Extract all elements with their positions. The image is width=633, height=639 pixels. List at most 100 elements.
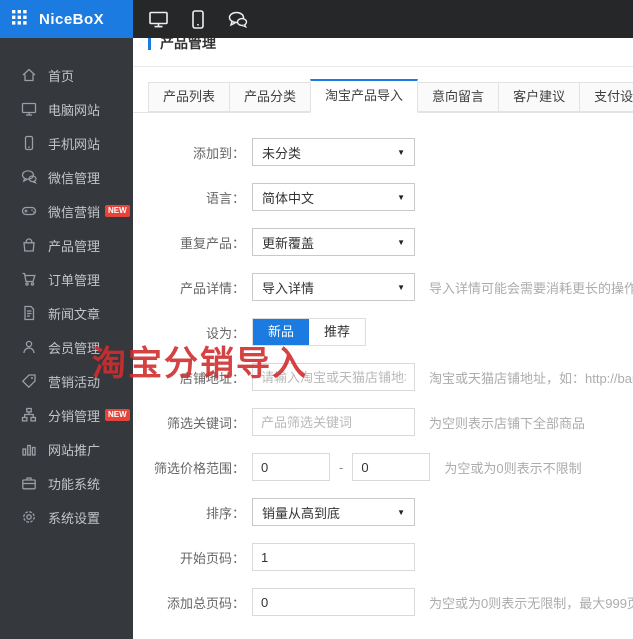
sidebar-item-site-promotion[interactable]: 网站推广 — [0, 432, 133, 466]
field-label: 筛选价格范围： — [153, 460, 245, 476]
topbar — [133, 0, 633, 38]
gear-icon — [20, 509, 37, 526]
tab-payment-settings[interactable]: 支付设置 — [579, 82, 633, 112]
field-label: 产品详情： — [179, 280, 245, 296]
field-hint: 为空或为0则表示不限制 — [444, 460, 582, 476]
recommend-button[interactable]: 推荐 — [309, 319, 365, 345]
sidebar-item-label: 手机网站 — [48, 136, 101, 152]
select-value: 更新覆盖 — [262, 235, 315, 251]
tab-customer-suggestions[interactable]: 客户建议 — [498, 82, 581, 112]
bag-icon — [20, 237, 37, 254]
field-label: 语言： — [205, 190, 245, 206]
sidebar-item-label: 功能系统 — [48, 476, 101, 492]
sort-select[interactable]: 销量从高到底 ▼ — [252, 498, 415, 526]
chevron-down-icon: ▼ — [397, 192, 405, 202]
sidebar-item-function-system[interactable]: 功能系统 — [0, 466, 133, 500]
price-max-input[interactable] — [352, 453, 431, 481]
field-language: 语言： 简体中文 ▼ — [133, 183, 633, 211]
field-hint: 淘宝或天猫店铺地址，如：http://baica — [429, 370, 633, 386]
tab-taobao-import[interactable]: 淘宝产品导入 — [310, 79, 419, 113]
duplicate-product-select[interactable]: 更新覆盖 ▼ — [252, 228, 415, 256]
language-select[interactable]: 简体中文 ▼ — [252, 183, 415, 211]
tab-intent-messages[interactable]: 意向留言 — [417, 82, 500, 112]
filter-keyword-input[interactable] — [252, 408, 415, 436]
tab-product-category[interactable]: 产品分类 — [229, 82, 312, 112]
sidebar-item-product-management[interactable]: 产品管理 — [0, 228, 133, 262]
select-value: 销量从高到底 — [262, 505, 341, 521]
document-icon — [20, 305, 37, 322]
new-badge: NEW — [105, 205, 130, 217]
sidebar-item-label: 首页 — [48, 68, 75, 84]
total-pages-input[interactable] — [252, 588, 415, 616]
chat-icon[interactable] — [228, 11, 248, 28]
sidebar-item-label: 微信管理 — [48, 170, 101, 186]
phone-icon — [20, 135, 37, 152]
phone-icon[interactable] — [192, 9, 204, 29]
sidebar-item-system-settings[interactable]: 系统设置 — [0, 500, 133, 534]
sidebar-item-label: 微信营销 — [48, 204, 101, 220]
tag-icon — [20, 373, 37, 390]
title-divider — [133, 66, 633, 67]
field-label: 排序： — [205, 505, 245, 521]
field-product-detail: 产品详情： 导入详情 ▼ 导入详情可能会需要消耗更长的操作时间 — [133, 273, 633, 301]
sidebar-item-home[interactable]: 首页 — [0, 58, 133, 92]
field-label: 开始页码： — [179, 550, 245, 566]
sidebar-item-wechat-marketing[interactable]: 微信营销 NEW — [0, 194, 133, 228]
sidebar-item-label: 网站推广 — [48, 442, 101, 458]
select-value: 导入详情 — [262, 280, 315, 296]
app-window: 产品管理 产品列表 产品分类 淘宝产品导入 意向留言 客户建议 支付设置 添加到… — [0, 0, 633, 639]
select-value: 简体中文 — [262, 190, 315, 206]
field-price-range: 筛选价格范围： - 为空或为0则表示不限制 — [133, 453, 633, 481]
chevron-down-icon: ▼ — [397, 237, 405, 247]
grid-icon[interactable] — [12, 10, 27, 28]
sidebar-item-mobile-site[interactable]: 手机网站 — [0, 126, 133, 160]
sidebar-item-label: 订单管理 — [48, 272, 101, 288]
price-min-input[interactable] — [252, 453, 330, 481]
add-to-select[interactable]: 未分类 ▼ — [252, 138, 415, 166]
sidebar-item-wechat-management[interactable]: 微信管理 — [0, 160, 133, 194]
field-label: 重复产品： — [179, 235, 245, 251]
field-filter-keyword: 筛选关键词： 为空则表示店铺下全部商品 — [133, 408, 633, 436]
field-add-to: 添加到： 未分类 ▼ — [133, 138, 633, 166]
sidebar-item-label: 系统设置 — [48, 510, 101, 526]
sidebar-item-order-management[interactable]: 订单管理 — [0, 262, 133, 296]
chevron-down-icon: ▼ — [397, 507, 405, 517]
bar-chart-icon — [20, 441, 37, 458]
briefcase-icon — [20, 475, 37, 492]
monitor-icon — [20, 101, 37, 118]
field-label: 筛选关键词： — [166, 415, 245, 431]
user-icon — [20, 339, 37, 356]
sidebar-item-label: 分销管理 — [48, 408, 101, 424]
select-value: 未分类 — [262, 145, 302, 161]
tab-product-list[interactable]: 产品列表 — [148, 82, 231, 112]
sidebar-item-distribution-management[interactable]: 分销管理 NEW — [0, 398, 133, 432]
tab-bar: 产品列表 产品分类 淘宝产品导入 意向留言 客户建议 支付设置 — [133, 79, 633, 113]
home-icon — [20, 67, 37, 84]
chevron-down-icon: ▼ — [397, 282, 405, 292]
chat-icon — [20, 169, 37, 186]
cart-icon — [20, 271, 37, 288]
field-start-page: 开始页码： — [133, 543, 633, 571]
app-logo: NiceBoX — [39, 10, 105, 28]
field-hint: 为空或为0则表示无限制，最大999页， — [429, 595, 633, 611]
title-accent-bar — [148, 36, 151, 50]
app-logo-bar: NiceBoX — [0, 0, 133, 38]
product-detail-select[interactable]: 导入详情 ▼ — [252, 273, 415, 301]
chevron-down-icon: ▼ — [397, 147, 405, 157]
field-label: 添加总页码： — [166, 595, 245, 611]
sidebar-item-label: 产品管理 — [48, 238, 101, 254]
monitor-icon[interactable] — [149, 11, 168, 28]
field-total-pages: 添加总页码： 为空或为0则表示无限制，最大999页， — [133, 588, 633, 616]
gamepad-icon — [20, 203, 37, 220]
start-page-input[interactable] — [252, 543, 415, 571]
new-badge: NEW — [105, 409, 130, 421]
sitemap-icon — [20, 407, 37, 424]
sidebar-item-pc-site[interactable]: 电脑网站 — [0, 92, 133, 126]
range-separator: - — [339, 459, 344, 475]
sidebar-item-label: 电脑网站 — [48, 102, 101, 118]
field-duplicate-product: 重复产品： 更新覆盖 ▼ — [133, 228, 633, 256]
field-hint: 为空则表示店铺下全部商品 — [429, 415, 586, 431]
sidebar-item-news-articles[interactable]: 新闻文章 — [0, 296, 133, 330]
sidebar-item-label: 新闻文章 — [48, 306, 101, 322]
watermark-text: 淘宝分销导入 — [92, 344, 308, 384]
